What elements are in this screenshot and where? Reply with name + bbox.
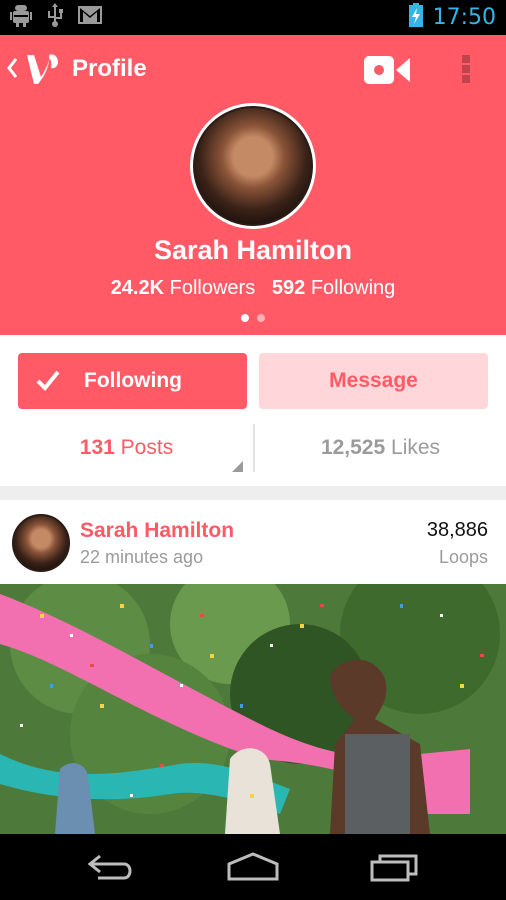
vine-logo-icon[interactable]: [24, 49, 64, 94]
nav-home-icon[interactable]: [226, 852, 280, 887]
followers-label[interactable]: Followers: [170, 277, 256, 299]
following-count[interactable]: 592: [272, 277, 305, 299]
nav-back-icon[interactable]: [86, 852, 136, 887]
following-label[interactable]: Following: [311, 277, 395, 299]
back-chevron-icon[interactable]: [6, 57, 18, 84]
page-indicator: [0, 314, 506, 322]
post-timestamp: 22 minutes ago: [80, 547, 204, 567]
following-button-label: Following: [84, 369, 182, 392]
page-title: Profile: [72, 55, 147, 82]
android-debug-icon: [10, 3, 32, 32]
status-time: 17:50: [432, 5, 496, 30]
overflow-menu-icon[interactable]: [456, 51, 476, 87]
post-author-name[interactable]: Sarah Hamilton: [80, 519, 234, 543]
likes-label: Likes: [391, 436, 441, 459]
posts-label: Posts: [120, 436, 174, 459]
tab-posts[interactable]: 131 Posts: [0, 418, 253, 478]
page-dot-1: [241, 314, 249, 322]
posts-count: 131: [79, 436, 115, 459]
following-button[interactable]: Following: [18, 353, 247, 409]
avatar-photo: [193, 106, 313, 226]
system-nav-bar: [0, 834, 506, 900]
selected-corner-icon: [232, 461, 243, 472]
profile-name: Sarah Hamilton: [153, 235, 353, 265]
page-dot-2: [257, 314, 265, 322]
battery-charging-icon: [408, 3, 423, 32]
loops-label: Loops: [438, 547, 488, 567]
loops-count: 38,886: [426, 519, 488, 541]
app-bar: Profile: [0, 35, 506, 103]
follow-stats: 24.2K Followers 592 Following: [0, 277, 506, 300]
video-camera-icon[interactable]: [364, 53, 412, 87]
checkmark-icon: [36, 369, 60, 396]
post-video[interactable]: [0, 584, 506, 834]
message-button[interactable]: Message: [259, 353, 488, 409]
tab-likes[interactable]: 12,525 Likes: [255, 418, 506, 478]
post-author-avatar[interactable]: [12, 514, 70, 572]
section-separator: [0, 486, 506, 500]
followers-count[interactable]: 24.2K: [111, 277, 164, 299]
status-bar: 17:50: [0, 0, 506, 35]
gmail-icon: [78, 6, 102, 29]
usb-icon: [46, 3, 64, 32]
post-video-frame: [0, 584, 506, 834]
profile-avatar[interactable]: [190, 103, 316, 229]
nav-recent-apps-icon[interactable]: [370, 852, 420, 887]
profile-header: Profile Sarah Hamilton 24.2K Followers 5…: [0, 35, 506, 335]
likes-count: 12,525: [320, 436, 386, 459]
